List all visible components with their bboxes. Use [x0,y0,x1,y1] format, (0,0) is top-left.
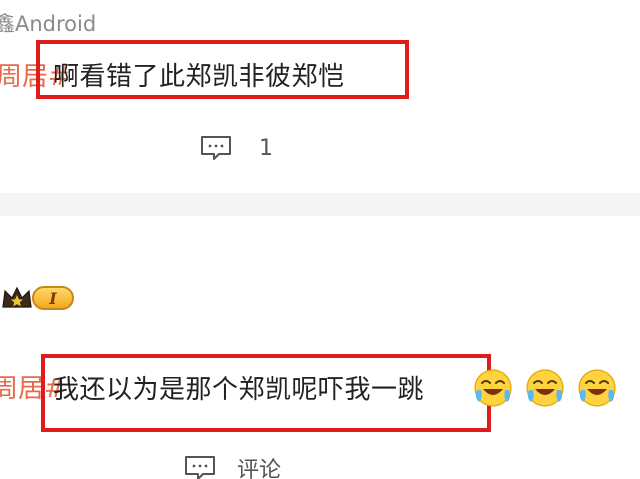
reply-button[interactable]: 1 [199,134,273,162]
comment-text: 啊看错了此郑凯非彼郑恺 [53,62,345,92]
comment-text: 我还以为是那个郑凯呢吓我一跳 [53,375,425,405]
source-label: 鑫Android [0,12,97,36]
user-badge[interactable]: I [0,285,74,311]
level-badge: I [32,286,74,310]
comment-card-top: 鑫Android 周居# 啊看错了此郑凯非彼郑恺 1 [0,0,640,193]
comment-card-bottom [0,216,640,479]
laughing-crying-emoji-icon [473,367,513,409]
comment-icon [199,134,233,162]
crown-icon [0,285,34,311]
laughing-crying-emoji-icon [577,367,617,409]
reply-count: 1 [259,135,273,161]
comment-label: 评论 [237,458,282,479]
emoji-row [473,367,629,409]
comment-button[interactable]: 评论 [183,452,281,479]
comment-icon [183,454,217,479]
laughing-crying-emoji-icon [525,367,565,409]
